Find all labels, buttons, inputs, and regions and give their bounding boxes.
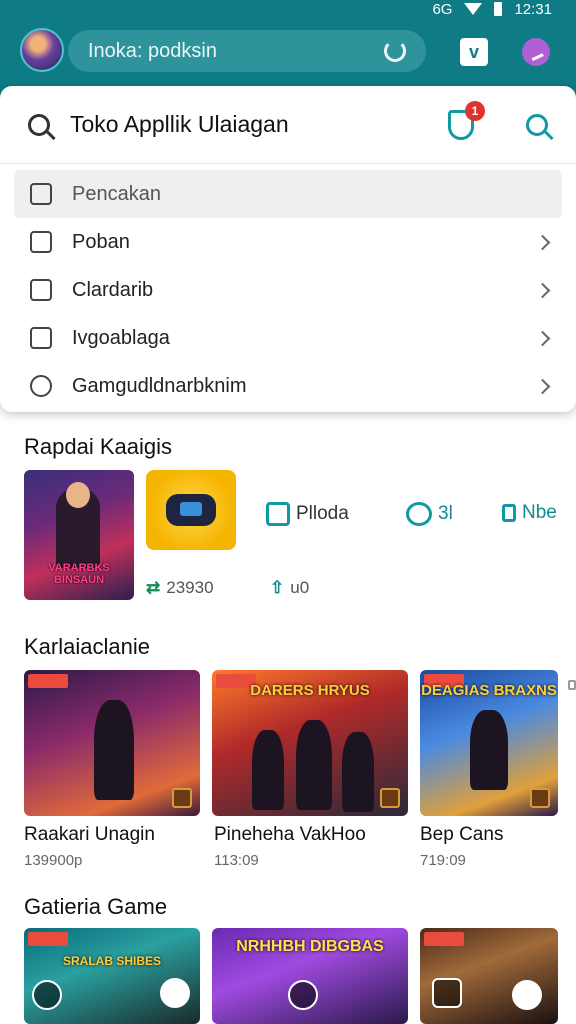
menu-item-label: Ivgoablaga (72, 326, 170, 349)
store-title: Toko Appllik Ulaiagan (70, 111, 289, 137)
downloads-value: 23930 (166, 578, 214, 597)
menu-item-ivgoablaga[interactable]: Ivgoablaga (0, 314, 576, 362)
chip-label: Plloda (296, 503, 349, 524)
hero-figure (296, 720, 332, 810)
chip-label: Nbe (522, 502, 557, 523)
refresh-icon[interactable] (384, 40, 406, 62)
trend-icon: ⇄ (146, 578, 161, 597)
featured-game-image[interactable]: VARARBKS BINSAUN (24, 470, 134, 600)
menu-item-pencakan[interactable]: Pencakan (14, 170, 562, 218)
category-menu: Pencakan Poban Clardarib Ivgoablaga Gamg… (0, 164, 576, 410)
chip-3l[interactable]: 3l (406, 502, 453, 526)
menu-item-label: Gamgudldnarbknim (72, 374, 247, 397)
chevron-right-icon (534, 282, 551, 298)
square-icon[interactable] (432, 978, 462, 1008)
menu-item-label: Pencakan (72, 182, 161, 205)
game-tile[interactable]: SRALAB SHIBES (24, 928, 200, 1024)
game-logo: DEAGIAS BRAXNS (421, 682, 557, 699)
top-search-label: Inoka: podksin (88, 39, 217, 62)
chip-label: 3l (438, 503, 453, 524)
menu-item-poban[interactable]: Poban (0, 218, 576, 266)
search-circle-icon (30, 375, 52, 397)
play-icon[interactable] (288, 980, 318, 1010)
rating-value: u0 (290, 578, 310, 597)
rating-stat: ⇧ u0 (270, 578, 309, 598)
hero-figure (94, 700, 134, 800)
menu-item-label: Clardarib (72, 278, 154, 301)
user-icon[interactable] (160, 978, 190, 1008)
downloads-stat: ⇄ 23930 (146, 578, 214, 598)
calendar-icon (30, 183, 52, 205)
game-badge-icon (530, 788, 550, 808)
battery-icon (494, 2, 503, 16)
y-box-icon (30, 327, 52, 349)
game-name[interactable]: Pineheha VakHoo (214, 824, 366, 846)
store-search-row[interactable]: Toko Appllik Ulaiagan 1 (0, 86, 576, 164)
check-box-icon (30, 279, 52, 301)
avatar[interactable] (20, 28, 64, 72)
chip-plloda[interactable]: Plloda (266, 502, 349, 526)
hero-figure (470, 710, 508, 790)
hero-figure (252, 730, 284, 810)
v-button[interactable]: v (460, 38, 488, 66)
game-size: 139900p (24, 852, 83, 869)
upload-icon: ⇧ (270, 578, 285, 597)
game-tile[interactable]: DARERS HRYUS (212, 670, 408, 816)
chevron-right-icon (534, 234, 551, 250)
profile-icon[interactable] (522, 38, 550, 66)
game-badge-icon (380, 788, 400, 808)
wifi-icon (464, 3, 483, 15)
b-box-icon (502, 504, 516, 522)
status-bar: 6G 12:31 (432, 0, 552, 18)
menu-item-clardarib[interactable]: Clardarib (0, 266, 576, 314)
game-tile[interactable]: DEAGIAS BRAXNS (420, 670, 558, 816)
game-logo: SRALAB SHIBES (62, 954, 161, 968)
game-tile[interactable] (420, 928, 558, 1024)
game-size: 113:09 (214, 852, 259, 869)
menu-item-label: Poban (72, 230, 130, 253)
search-button-icon[interactable] (526, 113, 548, 136)
section3-title: Gatieria Game (24, 894, 168, 919)
section2-title: Karlaiaclanie (24, 634, 150, 659)
notification-badge: 1 (465, 100, 485, 121)
next-item-peek (568, 680, 576, 690)
featured-section-title: Rapdai Kaaigis (24, 434, 172, 459)
game-logo: NRHHBH DIBGBAS (236, 938, 384, 955)
chip-nbe[interactable]: Nbe (502, 502, 557, 524)
game-tile[interactable] (24, 670, 200, 816)
gamepad-icon (166, 494, 216, 526)
thumb-up-icon (30, 231, 52, 253)
game-badge-icon (172, 788, 192, 808)
top-search-bar[interactable]: Inoka: podksin (68, 30, 426, 72)
chat-bubble-icon (406, 502, 432, 526)
game-name[interactable]: Bep Cans (420, 824, 503, 846)
game-tile[interactable]: NRHHBH DIBGBAS (212, 928, 408, 1024)
game-tag (424, 932, 464, 946)
game-name[interactable]: Raakari Unagin (24, 824, 155, 846)
gamepad-app-icon[interactable] (146, 470, 236, 550)
refresh-icon[interactable] (512, 980, 542, 1010)
clock: 12:31 (514, 0, 552, 18)
p-box-icon (266, 502, 290, 526)
chevron-right-icon (534, 330, 551, 346)
game-size: 719:09 (420, 852, 466, 869)
game-logo: DARERS HRYUS (250, 682, 370, 699)
network-indicator: 6G (432, 0, 453, 18)
hero-figure (342, 732, 374, 812)
featured-image-text: VARARBKS BINSAUN (48, 562, 110, 586)
menu-item-gamgudldnarbknim[interactable]: Gamgudldnarbknim (0, 362, 576, 410)
game-tag (28, 674, 68, 688)
top-app-bar: 6G 12:31 Inoka: podksin v (0, 0, 576, 100)
hero-head (66, 482, 90, 508)
search-icon (28, 113, 50, 136)
game-control-icon[interactable] (32, 980, 62, 1010)
shield-icon[interactable]: 1 (448, 100, 485, 140)
game-tag (28, 932, 68, 946)
store-card: Toko Appllik Ulaiagan 1 Pencakan Poban C… (0, 86, 576, 412)
chevron-right-icon (534, 378, 551, 394)
